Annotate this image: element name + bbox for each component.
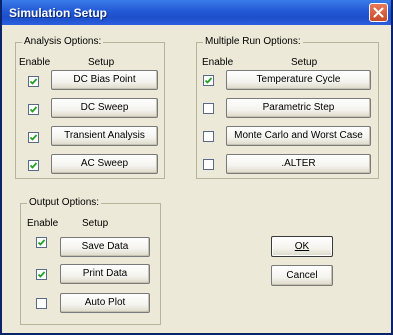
ac-sweep-button[interactable]: AC Sweep bbox=[51, 154, 158, 174]
ac-sweep-checkbox[interactable] bbox=[28, 160, 39, 171]
ok-button[interactable]: OK bbox=[271, 236, 333, 257]
temperature-cycle-button[interactable]: Temperature Cycle bbox=[226, 70, 371, 90]
parametric-step-checkbox[interactable] bbox=[203, 103, 214, 114]
transient-analysis-checkbox[interactable] bbox=[28, 132, 39, 143]
simulation-setup-dialog: Simulation Setup Analysis Options: Enabl… bbox=[0, 0, 393, 335]
print-data-button[interactable]: Print Data bbox=[60, 264, 150, 284]
monte-carlo-checkbox[interactable] bbox=[203, 131, 214, 142]
checkmark-icon bbox=[37, 239, 46, 246]
analysis-options-group: Analysis Options: Enable Setup DC Bias P… bbox=[15, 36, 165, 179]
cancel-button[interactable]: Cancel bbox=[271, 265, 333, 286]
temperature-cycle-checkbox[interactable] bbox=[203, 75, 214, 86]
transient-analysis-button[interactable]: Transient Analysis bbox=[51, 126, 158, 146]
analysis-enable-header: Enable bbox=[19, 57, 51, 68]
multiple-run-options-group: Multiple Run Options: Enable Setup Tempe… bbox=[196, 36, 379, 179]
parametric-step-button[interactable]: Parametric Step bbox=[226, 98, 371, 118]
alter-button[interactable]: .ALTER bbox=[226, 154, 371, 174]
checkmark-icon bbox=[29, 106, 38, 113]
title-bar[interactable]: Simulation Setup bbox=[2, 0, 391, 25]
dc-bias-point-checkbox[interactable] bbox=[28, 76, 39, 87]
dc-sweep-button[interactable]: DC Sweep bbox=[51, 98, 158, 118]
analysis-options-label: Analysis Options: bbox=[22, 36, 104, 47]
save-data-button[interactable]: Save Data bbox=[60, 237, 150, 257]
close-button[interactable] bbox=[369, 3, 388, 22]
multirun-setup-header: Setup bbox=[291, 57, 318, 68]
close-icon bbox=[373, 7, 384, 18]
output-options-label: Output Options: bbox=[27, 197, 102, 208]
dc-sweep-checkbox[interactable] bbox=[28, 104, 39, 115]
auto-plot-checkbox[interactable] bbox=[36, 298, 47, 309]
output-setup-header: Setup bbox=[82, 218, 109, 229]
checkmark-icon bbox=[29, 162, 38, 169]
print-data-checkbox[interactable] bbox=[36, 269, 47, 280]
auto-plot-button[interactable]: Auto Plot bbox=[60, 293, 150, 313]
monte-carlo-button[interactable]: Monte Carlo and Worst Case bbox=[226, 126, 371, 146]
analysis-setup-header: Setup bbox=[88, 57, 115, 68]
save-data-checkbox[interactable] bbox=[36, 237, 47, 248]
output-options-group: Output Options: Enable Setup Save Data P… bbox=[20, 197, 161, 325]
checkmark-icon bbox=[29, 134, 38, 141]
ok-label: OK bbox=[294, 241, 310, 252]
multirun-enable-header: Enable bbox=[202, 57, 234, 68]
multiple-run-options-label: Multiple Run Options: bbox=[203, 36, 303, 47]
window-title: Simulation Setup bbox=[9, 6, 108, 20]
output-enable-header: Enable bbox=[27, 218, 59, 229]
checkmark-icon bbox=[29, 78, 38, 85]
alter-checkbox[interactable] bbox=[203, 159, 214, 170]
checkmark-icon bbox=[37, 271, 46, 278]
checkmark-icon bbox=[204, 77, 213, 84]
dc-bias-point-button[interactable]: DC Bias Point bbox=[51, 70, 158, 90]
